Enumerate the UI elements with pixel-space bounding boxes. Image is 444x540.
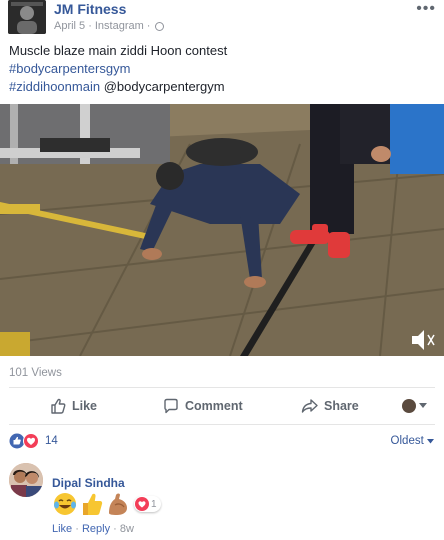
share-button[interactable]: Share bbox=[301, 389, 359, 423]
caret-down-icon bbox=[427, 439, 434, 444]
user-avatar-small bbox=[402, 399, 416, 413]
comment-time[interactable]: 8w bbox=[120, 523, 134, 535]
hashtag-link[interactable]: #ziddihoonmain bbox=[9, 79, 100, 94]
thumbs-up-icon bbox=[51, 398, 66, 414]
commenter-name[interactable]: Dipal Sindha bbox=[52, 476, 125, 490]
commenter-avatar[interactable] bbox=[9, 463, 43, 497]
post-meta: April 5 · Instagram · bbox=[54, 20, 165, 32]
view-count: 101 Views bbox=[9, 367, 62, 379]
comment-separator: · bbox=[75, 523, 79, 535]
post-source: Instagram bbox=[94, 20, 144, 32]
comment-icon bbox=[164, 398, 178, 414]
comment-reply-link[interactable]: Reply bbox=[82, 523, 110, 535]
love-reaction-icon bbox=[23, 433, 39, 449]
comment-sort-dropdown[interactable]: Oldest bbox=[391, 435, 434, 447]
video-player[interactable] bbox=[0, 104, 444, 356]
hashtag-link[interactable]: #bodycarpentersgym bbox=[9, 60, 227, 78]
comment-reaction-badge[interactable]: 1 bbox=[134, 496, 161, 512]
comment-button[interactable]: Comment bbox=[163, 389, 243, 423]
video-frame bbox=[0, 104, 444, 356]
audience-selector[interactable] bbox=[402, 389, 427, 423]
share-icon bbox=[301, 399, 318, 413]
divider bbox=[9, 387, 435, 388]
globe-icon bbox=[155, 21, 165, 31]
post-text-line: Muscle blaze main ziddi Hoon contest bbox=[9, 43, 228, 58]
thumbs-up-emoji-icon bbox=[83, 493, 103, 515]
meta-separator-2: · bbox=[146, 20, 151, 32]
post-date[interactable]: April 5 bbox=[54, 20, 85, 32]
comment-actions: Like · Reply · 8w bbox=[52, 523, 134, 535]
like-button[interactable]: Like bbox=[50, 389, 97, 423]
comment-separator-2: · bbox=[113, 523, 117, 535]
comment-emojis: 1 bbox=[52, 491, 161, 517]
like-label: Like bbox=[72, 399, 98, 413]
crying-laughing-emoji-icon bbox=[54, 493, 76, 515]
comment-label: Comment bbox=[185, 399, 243, 413]
post-actions: Like Comment Share bbox=[0, 389, 444, 423]
meta-separator: · bbox=[88, 20, 92, 32]
post-header: JM Fitness April 5 · Instagram · ••• bbox=[0, 0, 444, 36]
sort-label: Oldest bbox=[390, 435, 424, 447]
comment-like-link[interactable]: Like bbox=[52, 523, 72, 535]
flexed-biceps-emoji-icon bbox=[109, 493, 127, 515]
reaction-count: 14 bbox=[45, 435, 58, 447]
comment-reaction-count: 1 bbox=[151, 498, 157, 510]
post-text: Muscle blaze main ziddi Hoon contest #bo… bbox=[9, 42, 227, 96]
caret-down-icon bbox=[419, 403, 427, 408]
love-reaction-icon bbox=[135, 497, 149, 511]
more-options-button[interactable]: ••• bbox=[416, 0, 436, 18]
share-label: Share bbox=[324, 399, 359, 413]
mention-link[interactable]: @bodycarpentergym bbox=[104, 79, 225, 94]
divider bbox=[9, 424, 435, 425]
page-name[interactable]: JM Fitness bbox=[54, 1, 126, 17]
page-avatar[interactable] bbox=[8, 0, 46, 34]
reaction-summary[interactable]: 14 bbox=[9, 433, 58, 449]
